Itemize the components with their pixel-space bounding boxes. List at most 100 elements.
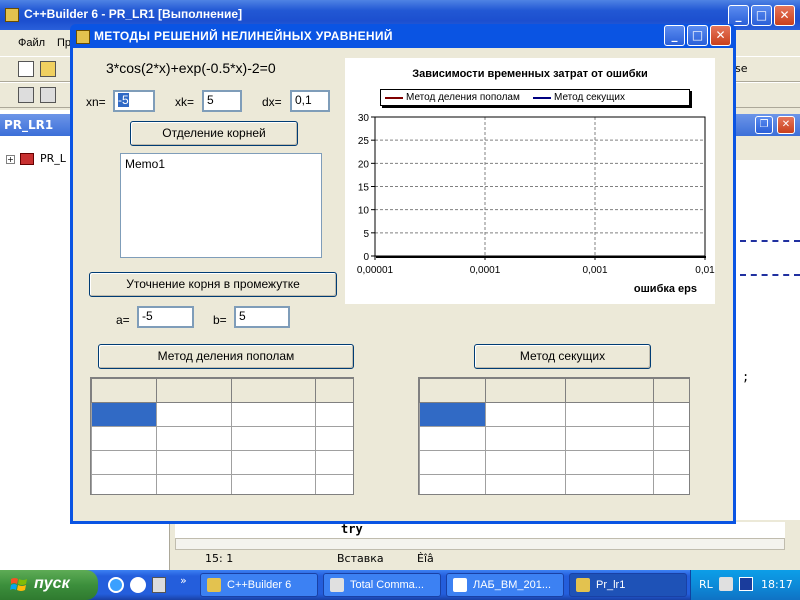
grid-header-cell[interactable] <box>156 378 232 403</box>
ide-title: C++Builder 6 - PR_LR1 [Выполнение] <box>24 7 243 21</box>
grid-cell[interactable] <box>565 474 654 494</box>
menu-file[interactable]: Файл <box>18 37 45 49</box>
grid-cell[interactable] <box>91 450 157 475</box>
bisection-grid[interactable] <box>90 377 354 495</box>
grid-cell[interactable] <box>91 426 157 451</box>
dx-input[interactable]: 0,1 <box>290 90 330 112</box>
xk-input[interactable]: 5 <box>202 90 242 112</box>
grid-header-cell[interactable] <box>315 378 353 403</box>
status-tab[interactable]: Ѐîâ <box>417 552 434 565</box>
quicklaunch-more-icon[interactable]: » <box>180 574 187 587</box>
task-label: C++Builder 6 <box>227 579 292 591</box>
chart-legend: Метод деления пополам Метод секущих <box>380 89 690 106</box>
grid-cell[interactable] <box>485 426 566 451</box>
task-total-commander[interactable]: Total Comma... <box>323 573 441 597</box>
grid-header-cell[interactable] <box>565 378 654 403</box>
grid-cell[interactable] <box>565 426 654 451</box>
media-player-icon[interactable] <box>130 577 146 593</box>
grid-cell[interactable] <box>156 450 232 475</box>
status-bar: 15: 1 Вставка Ѐîâ <box>175 550 735 568</box>
ide-maximize-button[interactable]: □ <box>751 5 772 26</box>
ie-quicklaunch-icon[interactable] <box>108 577 124 593</box>
grid-cell[interactable] <box>485 450 566 475</box>
language-indicator[interactable]: RL <box>699 578 713 591</box>
editor-close-button[interactable]: ✕ <box>777 116 795 134</box>
grid-cell[interactable] <box>653 450 689 475</box>
grid-cell[interactable] <box>653 426 689 451</box>
grid-cell[interactable] <box>419 426 486 451</box>
dialog-close-button[interactable]: ✕ <box>710 25 731 46</box>
forms-icon[interactable] <box>18 87 34 103</box>
new-file-icon[interactable] <box>18 61 34 77</box>
dialog-minimize-button[interactable]: _ <box>664 25 685 46</box>
tree-expand-icon[interactable]: + <box>6 155 15 164</box>
grid-cell[interactable] <box>231 474 316 494</box>
tray-icon[interactable] <box>719 577 733 591</box>
grid-header-cell[interactable] <box>653 378 689 403</box>
word-icon <box>453 578 467 592</box>
grid-cell[interactable] <box>565 450 654 475</box>
open-folder-icon[interactable] <box>40 61 56 77</box>
grid-cell[interactable] <box>485 474 566 494</box>
refine-root-button[interactable]: Уточнение корня в промежутке <box>89 272 337 297</box>
grid-cell[interactable] <box>156 474 232 494</box>
x-tick-label: 0,01 <box>695 265 715 276</box>
task-cppbuilder[interactable]: C++Builder 6 <box>200 573 318 597</box>
units-icon[interactable] <box>40 87 56 103</box>
xk-label: xk= <box>175 95 195 109</box>
grid-cell[interactable] <box>315 474 353 494</box>
y-tick-label: 0 <box>363 252 369 263</box>
bisection-button[interactable]: Метод деления пополам <box>98 344 354 369</box>
project-icon <box>20 153 34 165</box>
grid-cell[interactable] <box>156 402 232 427</box>
secant-button[interactable]: Метод секущих <box>474 344 651 369</box>
menu-project[interactable]: Пр <box>57 37 71 49</box>
chart-plot: 0 5 10 15 20 25 30 0,00001 0,0001 0,001 0,01 ошибка… <box>357 113 715 295</box>
xn-label: xn= <box>86 95 106 109</box>
editor-restore-button[interactable]: ❐ <box>755 116 773 134</box>
x-tick-label: 0,00001 <box>357 265 394 276</box>
grid-cell[interactable] <box>315 402 353 427</box>
grid-header-cell[interactable] <box>231 378 316 403</box>
grid-cell[interactable] <box>231 450 316 475</box>
ide-minimize-button[interactable]: _ <box>728 5 749 26</box>
grid-cell[interactable] <box>565 402 654 427</box>
legend-line-bisection <box>385 97 403 99</box>
b-input[interactable]: 5 <box>234 306 290 328</box>
chart-title: Зависимости временных затрат от ошибки <box>412 68 648 80</box>
grid-cell[interactable] <box>419 474 486 494</box>
grid-cell[interactable] <box>419 450 486 475</box>
grid-cell[interactable] <box>653 474 689 494</box>
task-word-doc[interactable]: ЛАБ_ВМ_201... <box>446 573 564 597</box>
xn-input[interactable]: -5 <box>113 90 155 112</box>
code-text: ; <box>742 370 750 384</box>
task-label: Total Comma... <box>350 579 424 591</box>
grid-cell[interactable] <box>231 402 316 427</box>
tray-icon[interactable] <box>739 577 753 591</box>
a-input[interactable]: -5 <box>137 306 194 328</box>
grid-cell[interactable] <box>156 426 232 451</box>
ide-close-button[interactable]: ✕ <box>774 5 795 26</box>
grid-cell[interactable] <box>231 426 316 451</box>
grid-cell[interactable] <box>485 402 566 427</box>
grid-selected-cell[interactable] <box>91 402 157 427</box>
grid-selected-cell[interactable] <box>419 402 486 427</box>
total-commander-icon <box>330 578 344 592</box>
tree-item-project[interactable]: PR_L <box>40 152 66 165</box>
secant-grid[interactable] <box>418 377 690 495</box>
task-pr-lr1[interactable]: Pr_lr1 <box>569 573 687 597</box>
desktop-icon[interactable] <box>152 577 166 593</box>
code-line-text: try <box>341 522 363 536</box>
code-editor[interactable] <box>735 160 800 535</box>
grid-header-cell[interactable] <box>485 378 566 403</box>
grid-cell[interactable] <box>315 426 353 451</box>
separate-roots-button[interactable]: Отделение корней <box>130 121 298 146</box>
horizontal-scrollbar[interactable] <box>175 538 785 550</box>
grid-cell[interactable] <box>91 474 157 494</box>
memo-box[interactable]: Memo1 <box>120 153 322 258</box>
grid-cell[interactable] <box>315 450 353 475</box>
y-tick-label: 10 <box>358 206 370 217</box>
grid-cell[interactable] <box>653 402 689 427</box>
status-mode: Вставка <box>337 552 384 565</box>
dialog-maximize-button[interactable]: □ <box>687 25 708 46</box>
